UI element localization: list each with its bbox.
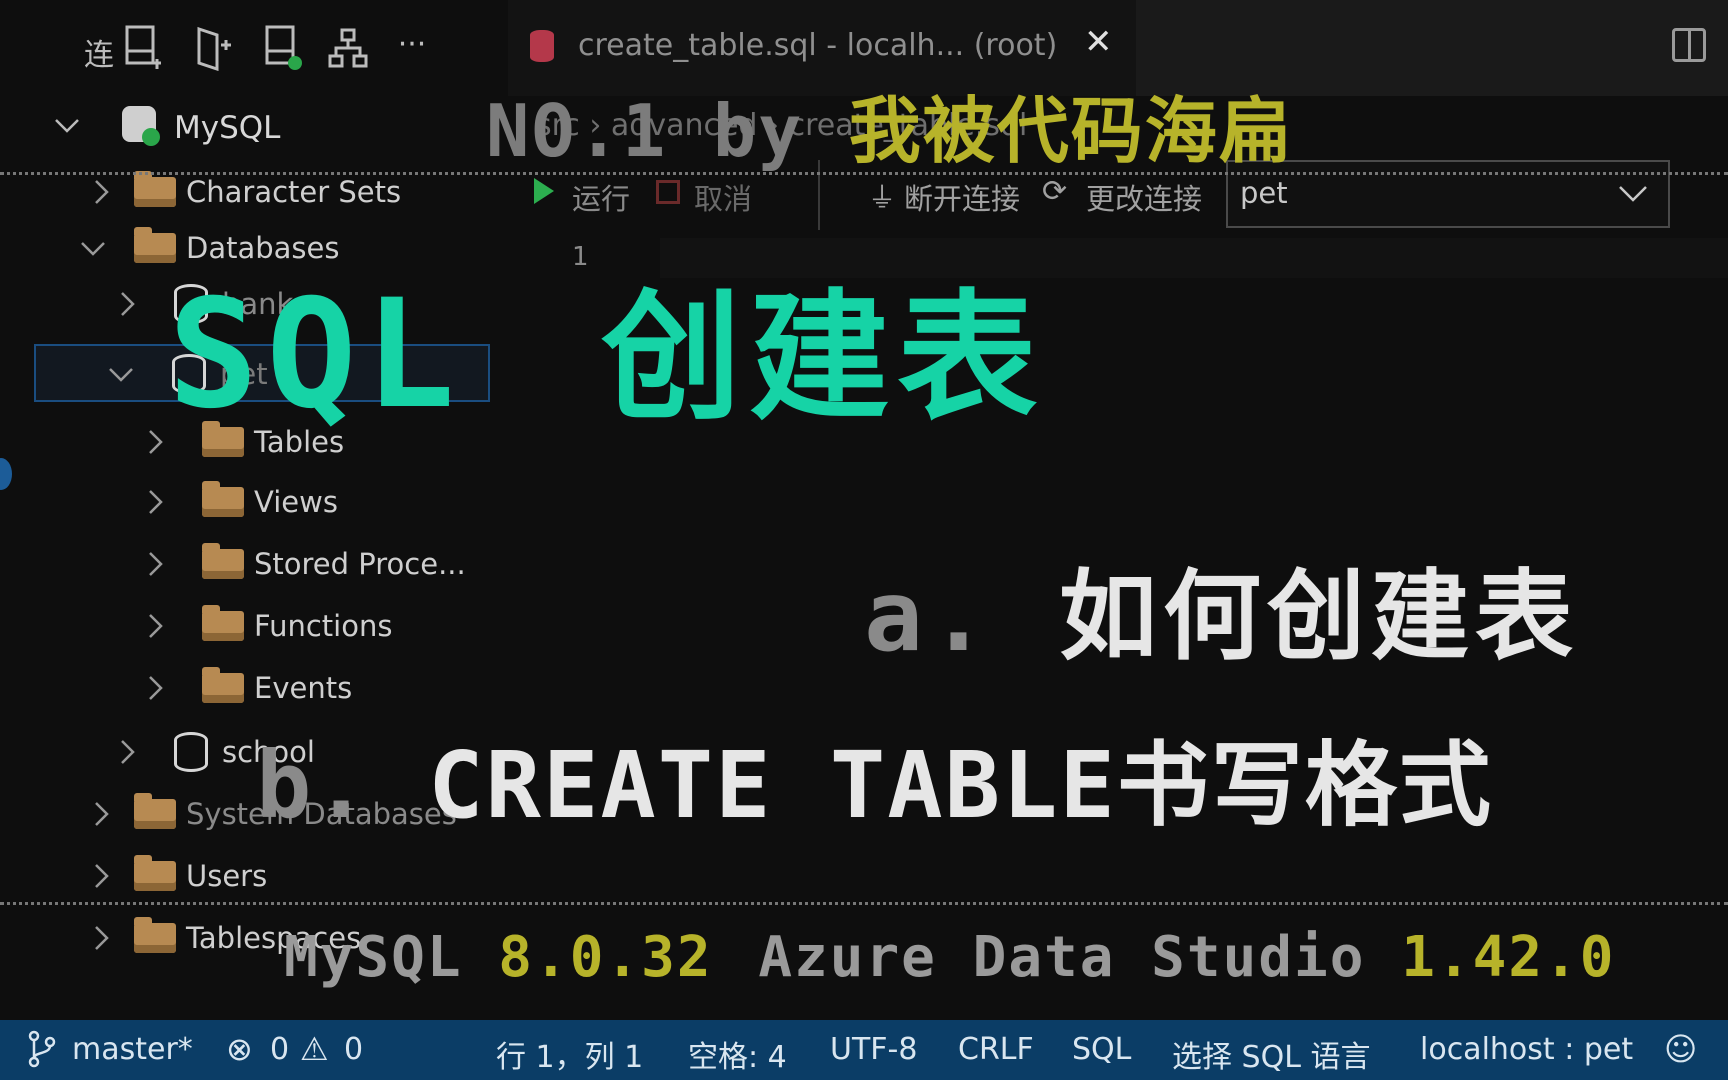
chevron-right-icon (95, 802, 109, 826)
chevron-right-icon (149, 430, 163, 454)
folder-icon (134, 855, 176, 891)
source-control-icon (26, 1030, 58, 1076)
database-icon (174, 732, 208, 772)
disconnect-icon: ⏚ (868, 181, 897, 214)
outline-item-a-text: 如何创建表 (1059, 560, 1580, 674)
video-header-prefix: NO.1 by (486, 89, 804, 173)
footer-mysql: MySQL (284, 925, 463, 990)
editor-current-line[interactable] (660, 238, 1728, 278)
folder-icon (134, 917, 176, 953)
explorer-toolbar: 连 ··· (80, 24, 460, 74)
tree-item-label: Stored Proce... (254, 547, 466, 581)
tree-item-functions[interactable]: Functions (142, 598, 392, 654)
cancel-button[interactable]: 取消 (694, 176, 752, 218)
video-title-en: SQL (168, 268, 463, 442)
chevron-right-icon (121, 292, 135, 316)
status-bar: master* ⊗ 0 ⚠ 0 行 1，列 1 空格: 4 UTF-8 CRLF… (0, 1020, 1728, 1080)
outline-item-a: a. 如何创建表 (864, 568, 1579, 666)
indentation[interactable]: 空格: 4 (688, 1032, 787, 1076)
run-button[interactable]: 运行 (572, 176, 630, 218)
chevron-right-icon (95, 926, 109, 950)
footer-mysql-version: 8.0.32 (498, 925, 713, 990)
chevron-down-icon (109, 368, 133, 382)
outline-item-a-prefix: a. (864, 560, 995, 674)
outline-item-b-prefix: b. (256, 732, 371, 839)
chevron-right-icon (95, 180, 109, 204)
outline-item-b: b. CREATE TABLE书写格式 (256, 740, 1493, 832)
folder-icon (202, 543, 244, 579)
tree-item-label: Functions (254, 609, 393, 643)
tree-item-label: Events (254, 671, 353, 705)
close-icon[interactable]: ✕ (1084, 22, 1113, 62)
tree-item-views[interactable]: Views (142, 474, 338, 530)
folder-icon (202, 667, 244, 703)
video-footer: MySQL 8.0.32 Azure Data Studio 1.42.0 (284, 930, 1615, 986)
line-number: 1 (572, 242, 589, 272)
tree-item-label: Users (186, 859, 268, 893)
chevron-down-icon (1619, 186, 1647, 202)
toolbar-partial-label: 连 (84, 38, 114, 73)
language-mode[interactable]: SQL (1072, 1032, 1131, 1067)
database-file-icon (530, 30, 554, 62)
run-icon (534, 178, 554, 204)
folder-icon (134, 793, 176, 829)
branch-label[interactable]: master* (72, 1032, 193, 1067)
chevron-right-icon (149, 676, 163, 700)
activity-indicator (0, 458, 12, 490)
feedback-icon[interactable]: ☺ (1664, 1030, 1697, 1068)
tree-item-label: Databases (186, 231, 340, 265)
more-actions-icon[interactable]: ··· (392, 20, 432, 68)
folder-icon (134, 171, 176, 207)
outline-item-b-text: CREATE TABLE书写格式 (428, 732, 1493, 839)
chevron-right-icon (121, 740, 135, 764)
chevron-right-icon (95, 864, 109, 888)
connected-status-dot (142, 128, 160, 146)
cancel-icon (656, 180, 680, 204)
tree-item-events[interactable]: Events (142, 660, 352, 716)
video-header: NO.1 by 我被代码海扁 (486, 72, 1293, 177)
tree-item-users[interactable]: Users (88, 848, 267, 904)
select-language[interactable]: 选择 SQL 语言 (1172, 1032, 1370, 1076)
footer-ads: Azure Data Studio (758, 925, 1366, 990)
cursor-position[interactable]: 行 1，列 1 (496, 1032, 643, 1076)
chevron-right-icon (149, 552, 163, 576)
folder-icon (134, 227, 176, 263)
hierarchy-icon[interactable] (328, 24, 368, 72)
video-header-author: 我被代码海扁 (848, 89, 1293, 173)
tree-item-stored-procedures[interactable]: Stored Proce... (142, 536, 466, 592)
tab-title: create_table.sql - localh... (root) (578, 28, 1058, 63)
footer-ads-version: 1.42.0 (1401, 925, 1616, 990)
active-connections-icon[interactable] (264, 24, 304, 72)
warning-icon: ⚠ (300, 1030, 329, 1068)
split-editor-icon[interactable] (1672, 28, 1706, 62)
new-server-group-icon[interactable] (194, 24, 234, 72)
folder-icon (202, 481, 244, 517)
change-connection-icon: ⟳ (1042, 174, 1068, 209)
video-title-cn: 创建表 (601, 277, 1046, 440)
warning-count[interactable]: 0 (344, 1032, 363, 1067)
tree-item-label: Character Sets (186, 175, 402, 209)
disconnect-button[interactable]: 断开连接 (904, 176, 1020, 218)
chevron-down-icon[interactable] (54, 112, 80, 138)
database-select-value: pet (1240, 176, 1288, 210)
end-of-line[interactable]: CRLF (958, 1032, 1034, 1067)
chevron-down-icon (81, 242, 105, 256)
change-connection-button[interactable]: 更改连接 (1086, 176, 1202, 218)
folder-icon (202, 605, 244, 641)
encoding[interactable]: UTF-8 (830, 1032, 917, 1067)
separator-bottom (0, 902, 1728, 905)
error-count[interactable]: 0 (270, 1032, 289, 1067)
error-icon: ⊗ (226, 1030, 253, 1068)
connection-label[interactable]: MySQL (174, 110, 280, 146)
mysql-connection-icon (122, 106, 160, 146)
chevron-right-icon (149, 490, 163, 514)
new-connection-icon[interactable] (124, 24, 164, 72)
chevron-right-icon (149, 614, 163, 638)
tree-item-label: Views (254, 485, 338, 519)
video-title: SQL 创建表 (168, 280, 1045, 430)
connection-status[interactable]: localhost : pet (1420, 1032, 1633, 1067)
